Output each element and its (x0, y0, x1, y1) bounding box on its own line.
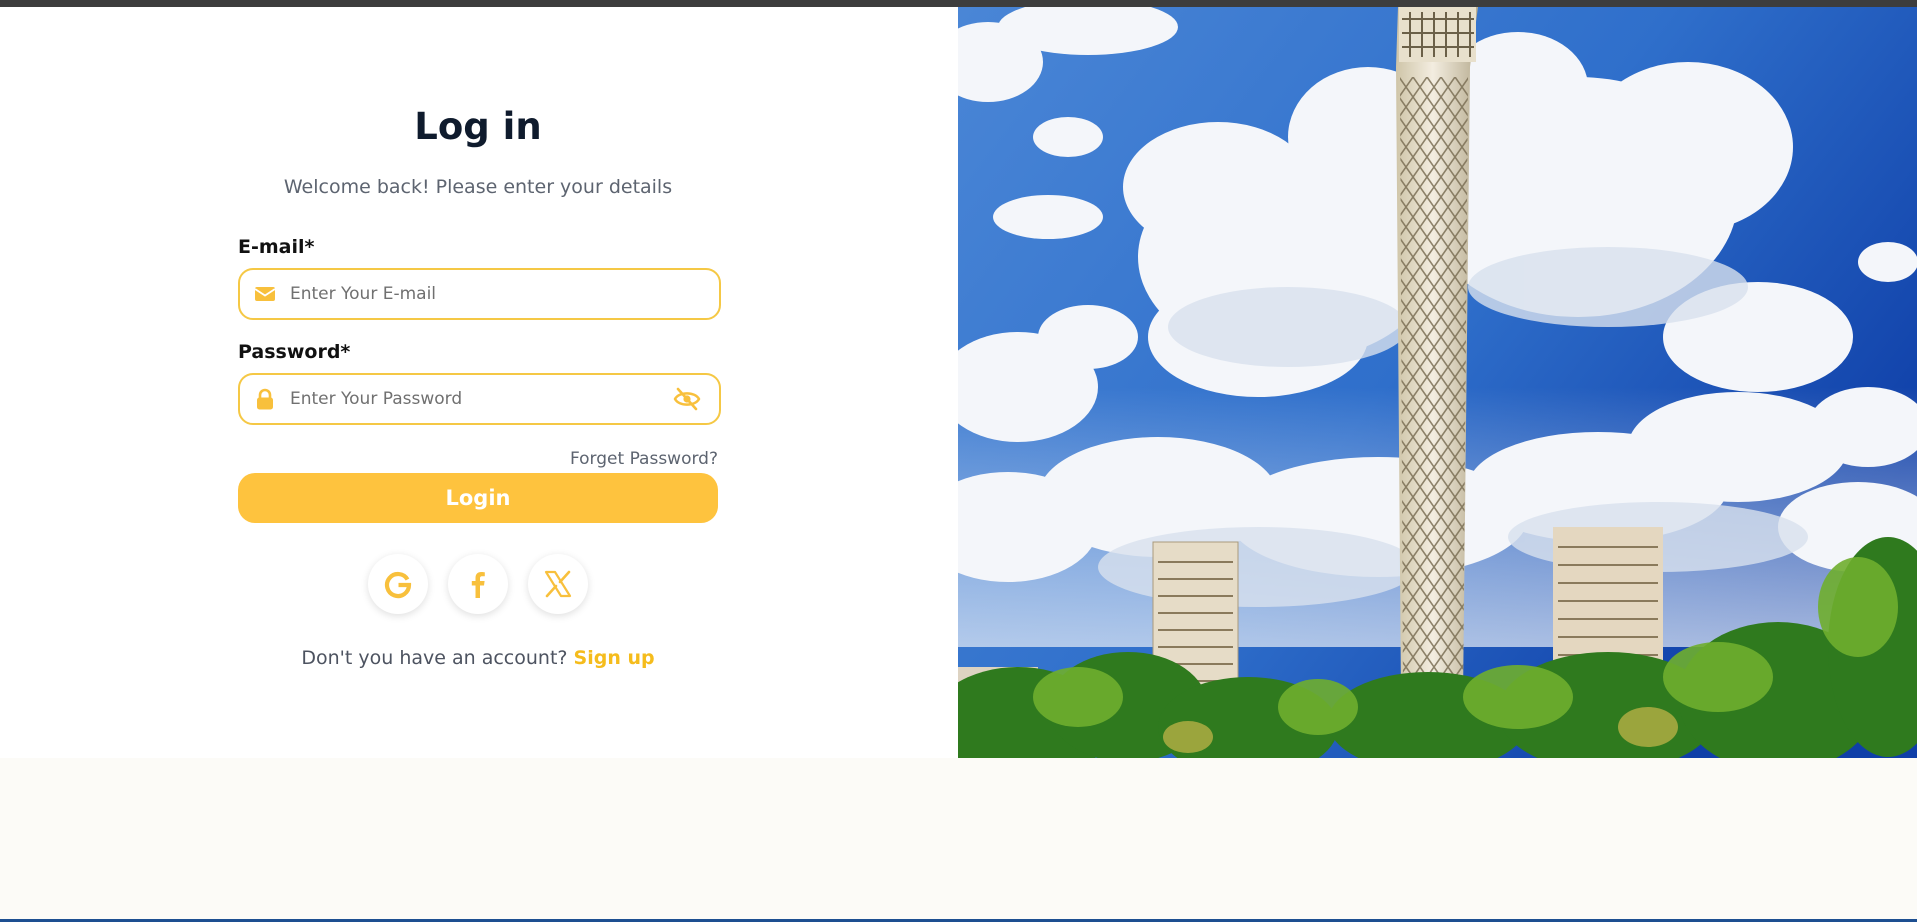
x-icon (544, 570, 572, 598)
signup-prompt-text: Don't you have an account? (301, 647, 568, 669)
envelope-icon (254, 287, 276, 301)
google-login-button[interactable] (368, 554, 428, 614)
facebook-icon (471, 572, 485, 598)
page-title: Log in (414, 105, 542, 148)
x-login-button[interactable] (528, 554, 588, 614)
page-subtitle: Welcome back! Please enter your details (283, 176, 673, 198)
email-input[interactable] (290, 270, 670, 318)
password-input[interactable] (290, 375, 670, 423)
lock-icon (257, 388, 273, 410)
google-icon (384, 571, 412, 599)
forgot-password-link[interactable]: Forget Password? (560, 449, 718, 469)
facebook-login-button[interactable] (448, 554, 508, 614)
email-label: E-mail* (238, 236, 315, 258)
login-panel: Log in Welcome back! Please enter your d… (0, 7, 958, 758)
signup-prompt: Don't you have an account? Sign up (0, 647, 956, 669)
signup-link[interactable]: Sign up (574, 647, 655, 669)
password-field[interactable] (238, 373, 721, 425)
password-label: Password* (238, 341, 351, 363)
hero-image (958, 7, 1917, 758)
cairo-tower-photo (958, 7, 1917, 758)
top-bar (0, 0, 1917, 7)
email-field[interactable] (238, 268, 721, 320)
login-button[interactable]: Login (238, 473, 718, 523)
eye-slash-icon[interactable] (673, 386, 701, 412)
